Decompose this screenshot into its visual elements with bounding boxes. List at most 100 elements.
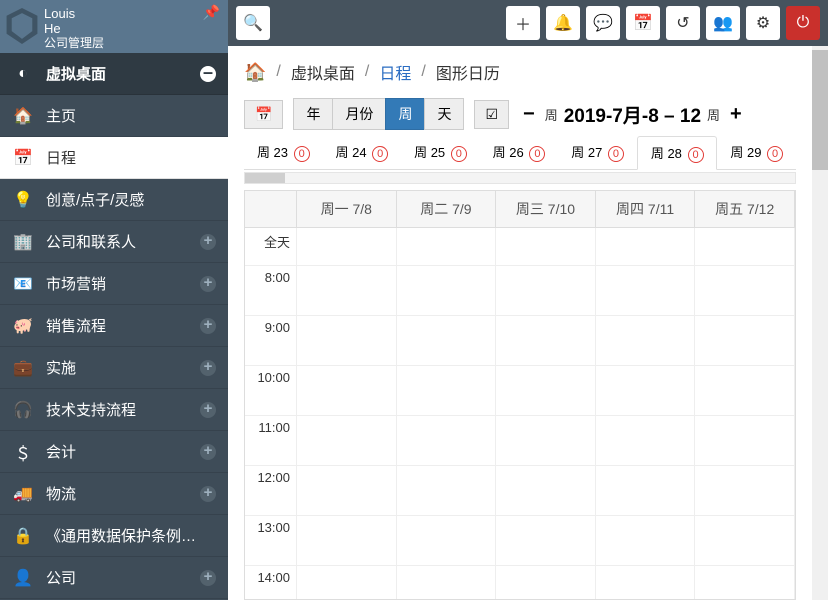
- notifications-button[interactable]: 🔔: [546, 6, 580, 40]
- sidebar-header-virtual-desktop[interactable]: ◐ 虚拟桌面 –: [0, 53, 228, 95]
- calendar-cell[interactable]: [695, 366, 795, 416]
- expand-icon[interactable]: +: [200, 234, 216, 250]
- range-next[interactable]: +: [726, 103, 746, 126]
- power-button[interactable]: ⏻: [786, 6, 820, 40]
- calendar-cell[interactable]: [695, 266, 795, 316]
- calendar-cell[interactable]: [596, 566, 696, 599]
- sidebar-item-case[interactable]: 💼实施+: [0, 347, 228, 389]
- add-button[interactable]: ＋: [506, 6, 540, 40]
- hour-row: 9:00: [245, 316, 795, 366]
- calendar-cell[interactable]: [496, 316, 596, 366]
- sidebar-item-mail[interactable]: 📧市场营销+: [0, 263, 228, 305]
- calendar-cell[interactable]: [695, 466, 795, 516]
- week-tab[interactable]: 周 26 0: [480, 136, 559, 169]
- sidebar-item-calendar[interactable]: 📅日程: [0, 137, 228, 179]
- sidebar-item-home[interactable]: 🏠主页: [0, 95, 228, 137]
- view-day-button[interactable]: 天: [424, 98, 464, 130]
- calendar-cell[interactable]: [397, 228, 497, 266]
- home-icon[interactable]: 🏠: [244, 62, 266, 83]
- expand-icon[interactable]: +: [200, 276, 216, 292]
- expand-icon[interactable]: +: [200, 360, 216, 376]
- calendar-cell[interactable]: [695, 316, 795, 366]
- calendar-cell[interactable]: [397, 366, 497, 416]
- view-month-button[interactable]: 月份: [332, 98, 386, 130]
- sidebar-item-dollar[interactable]: ＄会计+: [0, 431, 228, 473]
- sidebar-item-lock[interactable]: 🔒《通用数据保护条例…: [0, 515, 228, 557]
- calendar-button[interactable]: 📅: [626, 6, 660, 40]
- week-tab[interactable]: 周 28 0: [637, 136, 718, 170]
- sidebar-item-person[interactable]: 👤公司+: [0, 557, 228, 599]
- calendar-icon-button[interactable]: 📅: [244, 100, 283, 129]
- calendar-cell[interactable]: [397, 316, 497, 366]
- calendar-cell[interactable]: [695, 516, 795, 566]
- calendar-cell[interactable]: [496, 566, 596, 599]
- calendar-cell[interactable]: [297, 228, 397, 266]
- collapse-icon[interactable]: –: [200, 66, 216, 82]
- calendar-cell[interactable]: [695, 228, 795, 266]
- sidebar-item-building[interactable]: 🏢公司和联系人+: [0, 221, 228, 263]
- range-prev[interactable]: −: [519, 103, 539, 126]
- calendar-cell[interactable]: [297, 416, 397, 466]
- vertical-scrollbar-thumb[interactable]: [812, 50, 828, 170]
- vertical-scrollbar[interactable]: [812, 46, 828, 600]
- search-button[interactable]: 🔍: [236, 6, 270, 40]
- calendar-cell[interactable]: [596, 228, 696, 266]
- breadcrumb-root[interactable]: 虚拟桌面: [291, 60, 355, 84]
- tasks-toggle-button[interactable]: ☑: [474, 100, 509, 129]
- scrollbar-thumb[interactable]: [245, 173, 285, 183]
- sidebar-item-truck[interactable]: 🚚物流+: [0, 473, 228, 515]
- calendar-cell[interactable]: [695, 566, 795, 599]
- users-button[interactable]: 👥: [706, 6, 740, 40]
- calendar-cell[interactable]: [397, 466, 497, 516]
- expand-icon[interactable]: +: [200, 486, 216, 502]
- expand-icon[interactable]: +: [200, 318, 216, 334]
- week-tab[interactable]: 周 29 0: [717, 136, 796, 169]
- calendar-cell[interactable]: [596, 466, 696, 516]
- week-tab[interactable]: 周 23 0: [244, 136, 323, 169]
- chat-button[interactable]: 💬: [586, 6, 620, 40]
- breadcrumb-mid[interactable]: 日程: [379, 60, 411, 84]
- calendar-cell[interactable]: [496, 228, 596, 266]
- calendar-cell[interactable]: [397, 566, 497, 599]
- calendar-cell[interactable]: [695, 416, 795, 466]
- calendar-cell[interactable]: [297, 466, 397, 516]
- expand-icon[interactable]: +: [200, 402, 216, 418]
- calendar-cell[interactable]: [397, 516, 497, 566]
- sidebar: Louis He 公司管理层 📌 ◐ 虚拟桌面 – 🏠主页📅日程💡创意/点子/灵…: [0, 0, 228, 600]
- view-year-button[interactable]: 年: [293, 98, 333, 130]
- calendar-cell[interactable]: [596, 416, 696, 466]
- calendar-cell[interactable]: [297, 316, 397, 366]
- calendar-cell[interactable]: [596, 266, 696, 316]
- week-tab-badge: 0: [767, 146, 783, 162]
- calendar-cell[interactable]: [496, 516, 596, 566]
- week-tab[interactable]: 周 24 0: [323, 136, 402, 169]
- sidebar-item-bulb[interactable]: 💡创意/点子/灵感: [0, 179, 228, 221]
- calendar-cell[interactable]: [596, 516, 696, 566]
- calendar-cell[interactable]: [496, 466, 596, 516]
- calendar-cell[interactable]: [297, 516, 397, 566]
- pin-icon[interactable]: 📌: [203, 4, 220, 21]
- calendar-cell[interactable]: [297, 366, 397, 416]
- hour-row: 12:00: [245, 466, 795, 516]
- history-button[interactable]: ↺: [666, 6, 700, 40]
- week-tab[interactable]: 周 27 0: [558, 136, 637, 169]
- calendar-cell[interactable]: [496, 416, 596, 466]
- calendar-cell[interactable]: [596, 316, 696, 366]
- expand-icon[interactable]: +: [200, 444, 216, 460]
- sidebar-item-headset[interactable]: 🎧技术支持流程+: [0, 389, 228, 431]
- calendar-cell[interactable]: [397, 266, 497, 316]
- settings-button[interactable]: ⚙: [746, 6, 780, 40]
- calendar-cell[interactable]: [397, 416, 497, 466]
- calendar-cell[interactable]: [297, 566, 397, 599]
- calendar-cell[interactable]: [596, 366, 696, 416]
- sidebar-item-piggy[interactable]: 🐖销售流程+: [0, 305, 228, 347]
- view-week-button[interactable]: 周: [385, 98, 425, 130]
- calendar-cell[interactable]: [297, 266, 397, 316]
- calendar-body[interactable]: 全天8:009:0010:0011:0012:0013:0014:00: [245, 228, 795, 599]
- week-tab[interactable]: 周 25 0: [401, 136, 480, 169]
- calendar-cell[interactable]: [496, 266, 596, 316]
- calendar-cell[interactable]: [496, 366, 596, 416]
- horizontal-scrollbar[interactable]: [244, 172, 796, 184]
- range-unit-left: 周: [545, 105, 558, 124]
- expand-icon[interactable]: +: [200, 570, 216, 586]
